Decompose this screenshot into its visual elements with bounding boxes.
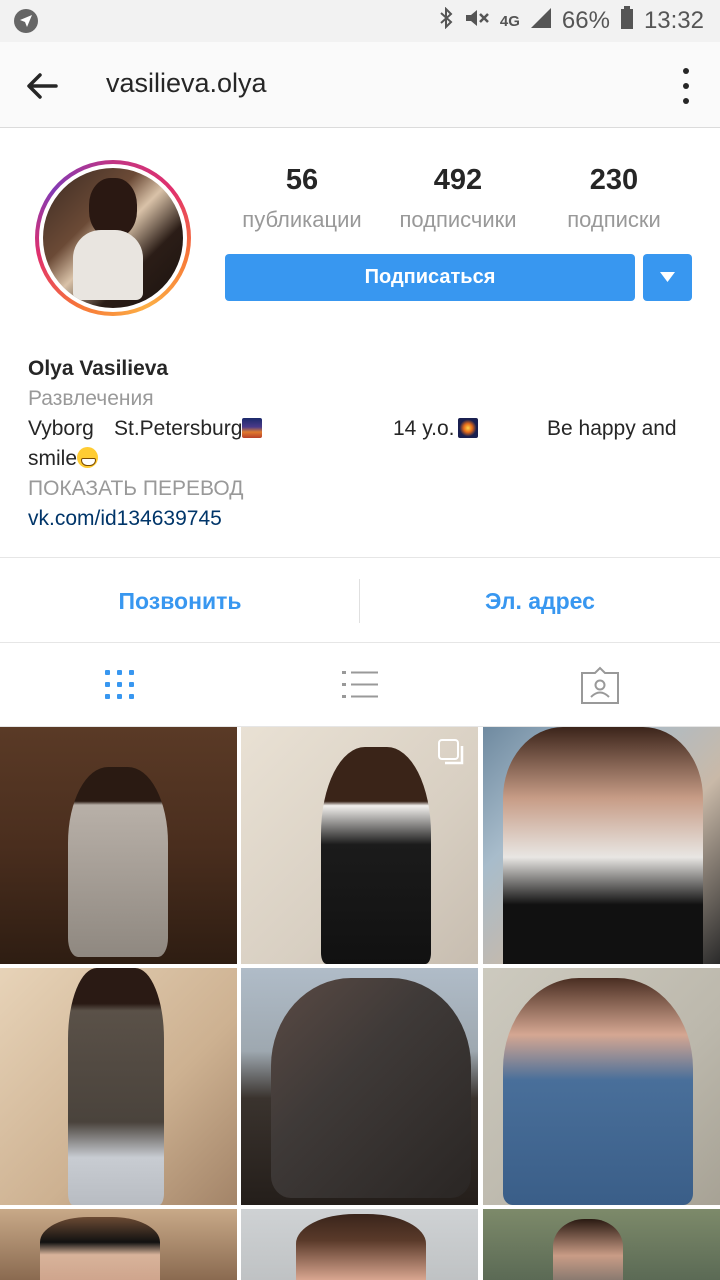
profile-header: vasilieva.olya	[0, 42, 720, 128]
following-label: подписки	[567, 207, 661, 232]
full-name: Olya Vasilieva	[28, 357, 169, 380]
bio-location-1: Vyborg	[28, 417, 94, 440]
photo-tile[interactable]	[483, 968, 720, 1205]
following-stat[interactable]: 230 подписки	[538, 164, 690, 233]
page-title: vasilieva.olya	[106, 68, 267, 98]
photo-tile[interactable]	[241, 727, 478, 964]
network-type: 4G	[499, 12, 520, 30]
show-translation-link[interactable]: ПОКАЗАТЬ ПЕРЕВОД	[28, 474, 692, 504]
following-count: 230	[589, 164, 639, 196]
followers-label: подписчики	[399, 207, 517, 232]
profile-bio: Olya Vasilieva Развлечения Vyborg St.Pet…	[28, 354, 692, 534]
navigation-icon	[14, 9, 38, 33]
contact-options: Позвонить Эл. адрес	[0, 557, 720, 643]
posts-stat[interactable]: 56 публикации	[226, 164, 378, 233]
website-link[interactable]: vk.com/id134639745	[28, 504, 692, 534]
photo-tile[interactable]	[241, 1209, 478, 1280]
posts-label: публикации	[242, 207, 362, 232]
view-tabs	[0, 643, 720, 727]
grinning-emoji-icon	[77, 447, 99, 468]
multiple-photos-icon	[438, 739, 466, 767]
bio-motto-end: smile	[28, 447, 78, 470]
photo-tile[interactable]	[0, 727, 237, 964]
battery-percent: 66%	[561, 7, 610, 34]
tagged-photos-icon[interactable]	[580, 665, 620, 705]
list-view-icon[interactable]	[340, 665, 380, 705]
posts-count: 56	[285, 164, 319, 196]
followers-count: 492	[433, 164, 483, 196]
bio-line-1: Vyborg St.Petersburg 14 y.o. Be happy an…	[28, 414, 692, 444]
photo-tile[interactable]	[483, 727, 720, 964]
mute-icon	[464, 7, 490, 36]
bio-line-2: smile	[28, 444, 692, 474]
bio-motto: Be happy and	[547, 417, 677, 440]
photo-tile[interactable]	[0, 968, 237, 1205]
more-vertical-icon[interactable]	[680, 68, 692, 104]
photo-tile[interactable]	[483, 1209, 720, 1280]
photo-tile[interactable]	[0, 1209, 237, 1280]
clock: 13:32	[643, 7, 704, 34]
follow-button[interactable]: Подписаться	[225, 254, 635, 301]
battery-icon	[620, 5, 634, 37]
chevron-down-icon	[660, 272, 675, 282]
profile-category: Развлечения	[28, 387, 154, 410]
bio-age-wrap: 14 y.o.	[393, 414, 479, 444]
signal-icon	[530, 7, 552, 36]
night-city-emoji-icon	[242, 418, 263, 438]
grid-view-icon[interactable]	[100, 665, 140, 705]
email-button[interactable]: Эл. адрес	[360, 558, 720, 644]
avatar[interactable]	[43, 168, 183, 308]
fireworks-emoji-icon	[458, 418, 479, 438]
bio-location-2-wrap: St.Petersburg	[114, 414, 263, 444]
bio-age: 14 y.o.	[393, 417, 455, 440]
suggested-accounts-button[interactable]	[643, 254, 692, 301]
bio-location-2: St.Petersburg	[114, 417, 243, 440]
call-button[interactable]: Позвонить	[0, 558, 360, 644]
photo-tile[interactable]	[241, 968, 478, 1205]
followers-stat[interactable]: 492 подписчики	[382, 164, 534, 233]
story-ring[interactable]	[35, 160, 191, 316]
back-arrow-icon[interactable]	[22, 66, 62, 106]
bluetooth-icon	[438, 6, 454, 36]
status-bar: 4G 66% 13:32	[0, 0, 720, 42]
